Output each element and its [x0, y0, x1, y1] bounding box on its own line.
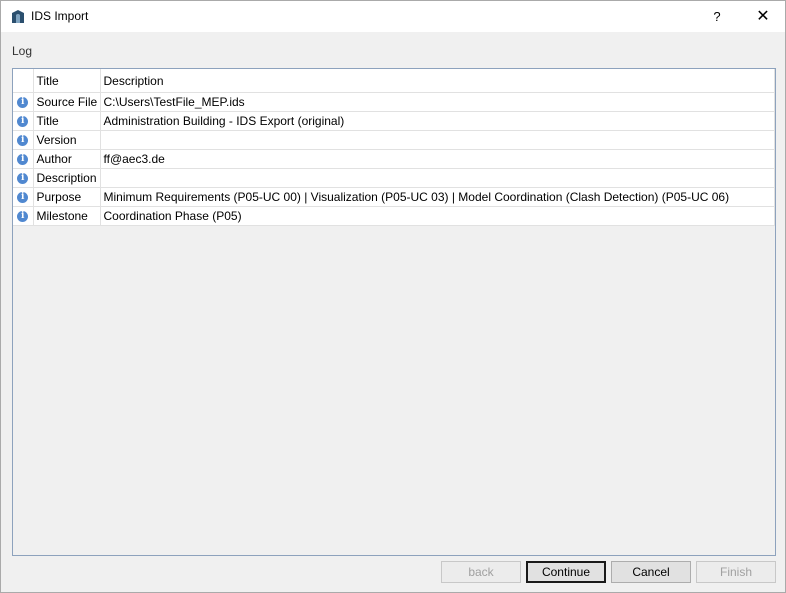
row-title: Author: [33, 149, 101, 169]
cancel-button[interactable]: Cancel: [611, 561, 691, 583]
info-icon: i: [17, 116, 29, 128]
table-row[interactable]: i Source File C:\Users\TestFile_MEP.ids: [13, 92, 775, 112]
row-description: Coordination Phase (P05): [100, 206, 775, 226]
log-label: Log: [12, 44, 33, 58]
table-row[interactable]: i Milestone Coordination Phase (P05): [13, 206, 775, 226]
back-button[interactable]: back: [441, 561, 521, 583]
ids-logo-icon: [12, 10, 24, 23]
column-header-description[interactable]: Description: [100, 69, 775, 93]
table-row[interactable]: i Author ff@aec3.de: [13, 149, 775, 169]
row-icon-cell: i: [13, 149, 34, 169]
info-icon: i: [17, 173, 29, 185]
row-icon-cell: i: [13, 187, 34, 207]
info-icon: i: [17, 211, 29, 223]
row-title: Title: [33, 111, 101, 131]
continue-button[interactable]: Continue: [526, 561, 606, 583]
row-icon-cell: i: [13, 111, 34, 131]
row-description: C:\Users\TestFile_MEP.ids: [100, 92, 775, 112]
row-icon-cell: i: [13, 206, 34, 226]
row-icon-cell: i: [13, 130, 34, 150]
row-icon-cell: i: [13, 168, 34, 188]
info-icon: i: [17, 192, 29, 204]
close-button[interactable]: ✕: [745, 1, 781, 32]
log-grid[interactable]: Title Description i Source File C:\Users\T…: [12, 68, 776, 556]
row-description: Administration Building - IDS Export (or…: [100, 111, 775, 131]
info-icon: i: [17, 97, 29, 109]
ids-import-dialog: IDS Import ? ✕ Log Title Description i So…: [0, 0, 786, 593]
row-description: Minimum Requirements (P05-UC 00) | Visua…: [100, 187, 775, 207]
row-title: Description: [33, 168, 101, 188]
row-title: Purpose: [33, 187, 101, 207]
column-header-title[interactable]: Title: [33, 69, 101, 93]
table-header-row: Title Description: [13, 69, 775, 93]
row-description: ff@aec3.de: [100, 149, 775, 169]
info-icon: i: [17, 135, 29, 147]
row-description: [100, 168, 775, 188]
help-button[interactable]: ?: [701, 1, 733, 32]
table-row[interactable]: i Purpose Minimum Requirements (P05-UC 00)…: [13, 187, 775, 207]
row-title: Version: [33, 130, 101, 150]
log-table: Title Description i Source File C:\Users\T…: [13, 69, 775, 226]
row-icon-cell: i: [13, 92, 34, 112]
table-row[interactable]: i Description: [13, 168, 775, 188]
table-row[interactable]: i Version: [13, 130, 775, 150]
finish-button[interactable]: Finish: [696, 561, 776, 583]
row-title: Source File: [33, 92, 101, 112]
table-row[interactable]: i Title Administration Building - IDS Expo…: [13, 111, 775, 131]
row-description: [100, 130, 775, 150]
column-header-icon: [13, 69, 34, 93]
info-icon: i: [17, 154, 29, 166]
window-title: IDS Import: [31, 9, 89, 23]
title-bar: IDS Import ? ✕: [1, 1, 785, 32]
row-title: Milestone: [33, 206, 101, 226]
